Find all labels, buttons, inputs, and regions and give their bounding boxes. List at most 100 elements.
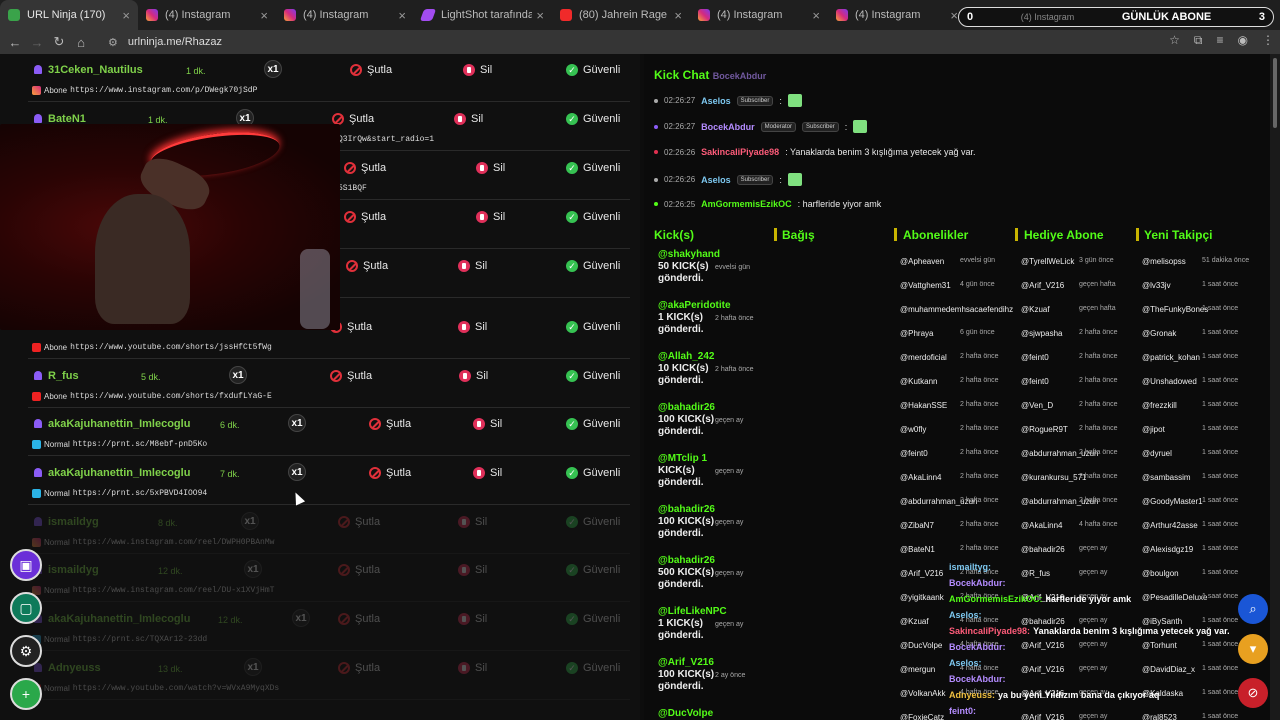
delete-button[interactable]: Sil: [454, 113, 483, 125]
trust-button[interactable]: ✓ Güvenli: [566, 662, 620, 674]
link-line[interactable]: Q3IrQw&start_radio=1: [338, 135, 434, 144]
timeout-button[interactable]: Şutla: [338, 662, 380, 674]
gifts-item[interactable]: @AkaLinn4 4 hafta önce: [1021, 521, 1118, 530]
link-line[interactable]: Abone https://www.youtube.com/shorts/fxdu…: [32, 392, 272, 401]
media-icon[interactable]: ≡: [1217, 33, 1224, 48]
forward-icon[interactable]: →: [26, 35, 48, 50]
username[interactable]: akaKajuhanettin_Imlecoglu: [34, 418, 190, 430]
multiplier-button[interactable]: x1: [292, 609, 310, 627]
kick-user[interactable]: @Arif_V216: [658, 657, 778, 669]
link-line[interactable]: Abone https://www.youtube.com/shorts/jssH…: [32, 343, 272, 352]
browser-tab[interactable]: (4) Instagram ×: [276, 0, 414, 30]
link-line[interactable]: Normal https://www.instagram.com/reel/DWP…: [32, 538, 274, 547]
username[interactable]: akaKajuhanettin_Imlecoglu: [34, 613, 190, 625]
link-url[interactable]: Q3IrQw&start_radio=1: [338, 135, 434, 144]
follows-item[interactable]: @Arthur42asse 1 saat önce: [1142, 521, 1238, 530]
kick-user[interactable]: @akaPeridotite: [658, 300, 778, 312]
username[interactable]: 31Ceken_Nautilus: [34, 64, 143, 76]
link-line[interactable]: 5S1BQF: [338, 184, 367, 193]
delete-button[interactable]: Sil: [473, 467, 502, 479]
subs-item[interactable]: @merdoficial 2 hafta önce: [900, 353, 999, 362]
delete-button[interactable]: Sil: [476, 211, 505, 223]
close-icon[interactable]: ×: [536, 8, 544, 23]
username[interactable]: ismaildyg: [34, 516, 99, 528]
trust-button[interactable]: ✓ Güvenli: [566, 467, 620, 479]
link-line[interactable]: Abone https://www.instagram.com/p/DWegk70…: [32, 86, 257, 95]
follows-item[interactable]: @melisopss 51 dakika önce: [1142, 257, 1249, 266]
timeout-button[interactable]: Şutla: [338, 564, 380, 576]
subs-item[interactable]: @DucVolpe 4 hafta önce: [900, 641, 999, 650]
gifts-item[interactable]: @abdurrahman_uzun 2 hafta önce: [1021, 449, 1118, 458]
username[interactable]: ismaildyg: [34, 564, 99, 576]
close-icon[interactable]: ×: [260, 8, 268, 23]
link-url[interactable]: https://www.instagram.com/reel/DWPH0PBAn…: [73, 538, 275, 547]
link-line[interactable]: Normal https://prnt.sc/TQXAr12-23dd: [32, 635, 207, 644]
browser-tab[interactable]: (4) Instagram ×: [138, 0, 276, 30]
chat-username[interactable]: AmGormemisEzikOC: [701, 199, 792, 209]
link-url[interactable]: https://www.youtube.com/shorts/fxdufLYaG…: [70, 392, 272, 401]
delete-button[interactable]: Sil: [476, 162, 505, 174]
link-url[interactable]: https://prnt.sc/M8ebf-pnD5Ko: [73, 440, 207, 449]
delete-button[interactable]: Sil: [458, 613, 487, 625]
close-icon[interactable]: ×: [674, 8, 682, 23]
multiplier-button[interactable]: x1: [229, 366, 247, 384]
follows-item[interactable]: @GoodyMaster1 1 saat önce: [1142, 497, 1238, 506]
subs-item[interactable]: @ZibaN7 2 hafta önce: [900, 521, 999, 530]
delete-button[interactable]: Sil: [473, 418, 502, 430]
back-icon[interactable]: ←: [4, 35, 26, 50]
scrollbar[interactable]: [1270, 54, 1280, 720]
subs-item[interactable]: @VolkanAkk 4 hafta önce: [900, 689, 999, 698]
subs-item[interactable]: @yigitkaank 2 hafta önce: [900, 593, 999, 602]
link-url[interactable]: https://www.instagram.com/reel/DU-x1XVjH…: [73, 586, 275, 595]
kick-user[interactable]: @bahadir26: [658, 555, 778, 567]
follows-item[interactable]: @jipot 1 saat önce: [1142, 425, 1238, 434]
chat-username[interactable]: Aselos: [701, 96, 731, 106]
chat-username[interactable]: SakincaliPiyade98: [701, 147, 779, 157]
follows-item[interactable]: @sambassim 1 saat önce: [1142, 473, 1238, 482]
home-icon[interactable]: ⌂: [70, 35, 92, 50]
delete-button[interactable]: Sil: [458, 321, 487, 333]
delete-button[interactable]: Sil: [458, 260, 487, 272]
subs-item[interactable]: @FoxieCatz: [900, 713, 944, 720]
kick-user[interactable]: @DucVolpe: [658, 708, 778, 720]
chat-username[interactable]: Aselos: [701, 175, 731, 185]
follows-item[interactable]: @frezzkill 1 saat önce: [1142, 401, 1238, 410]
add-user-icon[interactable]: +: [10, 678, 42, 710]
browser-tab[interactable]: (4) Instagram ×: [690, 0, 828, 30]
gifts-item[interactable]: @feint0 2 hafta önce: [1021, 353, 1118, 362]
chat-username[interactable]: BocekAbdur: [701, 122, 755, 132]
multiplier-button[interactable]: x1: [288, 463, 306, 481]
timeout-button[interactable]: Şutla: [330, 370, 372, 382]
delete-button[interactable]: Sil: [458, 662, 487, 674]
follows-item[interactable]: @Unshadowed 1 saat önce: [1142, 377, 1238, 386]
profile-icon[interactable]: ◉: [1238, 33, 1248, 48]
search-icon[interactable]: ⌕: [1238, 594, 1268, 624]
subs-item[interactable]: @muhammedemhsacaefendihz: [900, 305, 1013, 314]
gifts-item[interactable]: @TyrellWeLick 3 gün önce: [1021, 257, 1114, 266]
timeout-button[interactable]: Şutla: [344, 211, 386, 223]
link-url[interactable]: https://www.youtube.com/shorts/jssHfCt5f…: [70, 343, 272, 352]
kick-user[interactable]: @shakyhand: [658, 249, 778, 261]
delete-button[interactable]: Sil: [463, 64, 492, 76]
gifts-item[interactable]: @RogueR9T 2 hafta önce: [1021, 425, 1118, 434]
site-info-icon[interactable]: ⚙: [108, 36, 118, 49]
timeout-button[interactable]: Şutla: [346, 260, 388, 272]
multiplier-button[interactable]: x1: [241, 512, 259, 530]
kick-icon[interactable]: ▢: [10, 592, 42, 624]
link-line[interactable]: Normal https://www.instagram.com/reel/DU-…: [32, 586, 274, 595]
gifts-item[interactable]: @bahadir26 geçen ay: [1021, 545, 1107, 554]
kick-user[interactable]: @bahadir26: [658, 402, 778, 414]
kick-user[interactable]: @bahadir26: [658, 504, 778, 516]
multiplier-button[interactable]: x1: [264, 60, 282, 78]
link-line[interactable]: Normal https://www.youtube.com/watch?v=WV…: [32, 684, 279, 693]
gifts-item[interactable]: @feint0 2 hafta önce: [1021, 377, 1118, 386]
gifts-item[interactable]: @abdurrahman_uzun 2 hafta önce: [1021, 497, 1118, 506]
trust-button[interactable]: ✓ Güvenli: [566, 613, 620, 625]
browser-tab[interactable]: URL Ninja (170) ×: [0, 0, 138, 30]
subs-item[interactable]: @AkaLinn4 2 hafta önce: [900, 473, 999, 482]
subs-item[interactable]: @Arif_V216 2 hafta önce: [900, 569, 999, 578]
subs-item[interactable]: @Kutkann 2 hafta önce: [900, 377, 999, 386]
trust-button[interactable]: ✓ Güvenli: [566, 564, 620, 576]
link-url[interactable]: https://www.youtube.com/watch?v=WVxA9Myq…: [73, 684, 279, 693]
browser-tab[interactable]: (80) Jahrein Rage | - YouT ×: [552, 0, 690, 30]
